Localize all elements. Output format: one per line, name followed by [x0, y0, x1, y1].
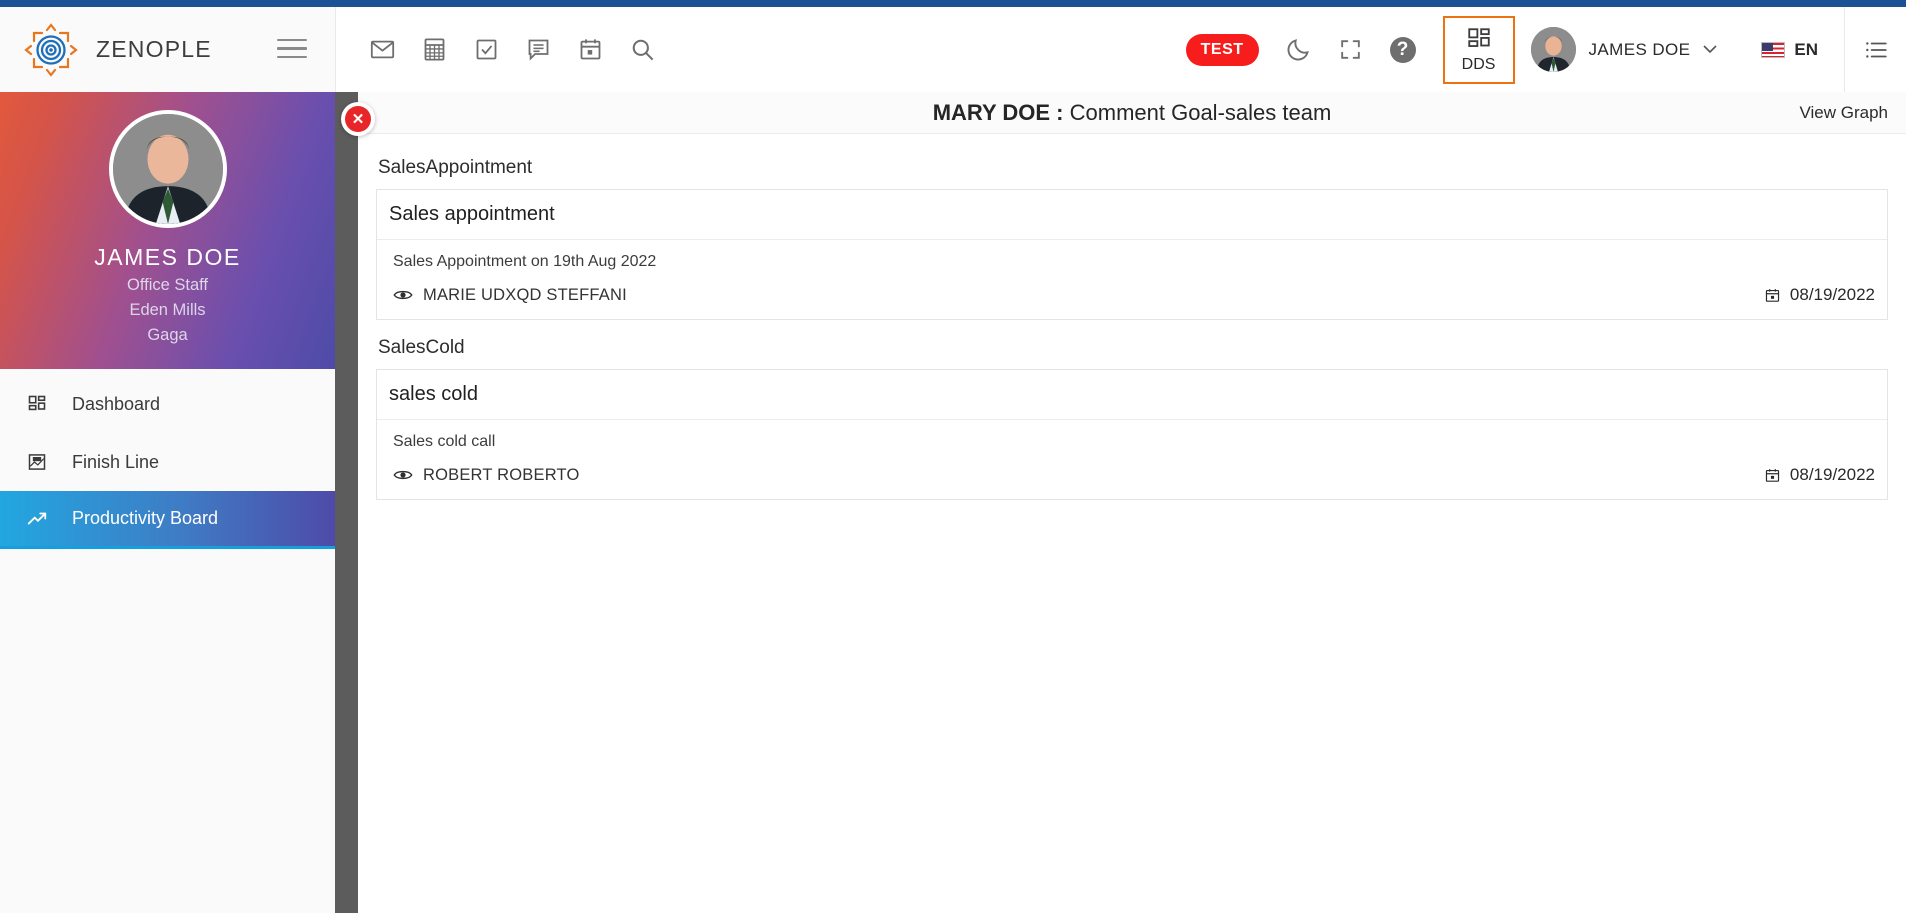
moon-icon[interactable]: [1273, 24, 1325, 76]
profile-name: JAMES DOE: [94, 244, 241, 270]
brand-zone: ZENOPLE: [0, 7, 335, 92]
sidebar-item-label: Productivity Board: [72, 508, 219, 528]
card-date-label: 08/19/2022: [1789, 465, 1875, 484]
goal-card[interactable]: Sales appointment Sales Appointment on 1…: [376, 189, 1888, 320]
modal-title-separator: :: [1050, 99, 1070, 125]
comment-goal-modal: ✕ MARY DOE : Comment Goal-sales team Vie…: [341, 92, 1906, 913]
trending-up-icon: [26, 508, 48, 530]
test-environment-badge[interactable]: TEST: [1185, 33, 1259, 66]
calendar-icon: [1764, 287, 1781, 304]
card-owner-label: MARIE UDXQD STEFFANI: [423, 285, 627, 304]
card-body: Sales Appointment on 19th Aug 2022 MARIE…: [377, 240, 1887, 319]
sidebar-profile: JAMES DOE Office Staff Eden Mills Gaga: [0, 92, 335, 369]
message-icon[interactable]: [512, 24, 564, 76]
help-circle-icon[interactable]: ?: [1377, 24, 1429, 76]
sidebar-item-finish-line[interactable]: Finish Line: [0, 433, 335, 491]
app-header: ZENOPLE TEST ? DDS JAMES DOE EN: [0, 7, 1906, 92]
checkbox-task-icon[interactable]: [460, 24, 512, 76]
eye-icon: [393, 468, 413, 482]
card-description: Sales Appointment on 19th Aug 2022: [393, 253, 657, 270]
top-accent-bar: [0, 0, 1906, 7]
mail-icon[interactable]: [356, 24, 408, 76]
user-name: JAMES DOE: [1588, 39, 1691, 59]
dds-label: DDS: [1461, 55, 1496, 73]
eye-icon: [393, 288, 413, 302]
profile-branch: Eden Mills: [129, 301, 206, 319]
sidebar-item-label: Dashboard: [72, 393, 161, 414]
chevron-down-icon[interactable]: [1703, 45, 1717, 54]
dds-button[interactable]: DDS: [1442, 15, 1515, 84]
group-label: SalesCold: [378, 337, 465, 358]
user-menu[interactable]: JAMES DOE: [1530, 27, 1736, 72]
language-selector[interactable]: EN: [1735, 40, 1844, 60]
zenople-logo-icon[interactable]: [22, 21, 80, 79]
card-title: sales cold: [377, 370, 1887, 420]
modal-title: MARY DOE : Comment Goal-sales team: [358, 100, 1906, 126]
goal-group: SalesAppointment Sales appointment Sales…: [376, 146, 1888, 320]
language-code: EN: [1794, 39, 1818, 59]
card-meta-row: MARIE UDXQD STEFFANI 08/19/2022: [393, 285, 1875, 305]
finish-line-icon: [26, 452, 48, 472]
card-owner[interactable]: MARIE UDXQD STEFFANI: [393, 286, 627, 305]
expand-icon[interactable]: [1325, 24, 1377, 76]
card-description: Sales cold call: [393, 433, 496, 450]
modal-header: MARY DOE : Comment Goal-sales team View …: [358, 92, 1906, 134]
profile-role: Office Staff: [126, 276, 209, 294]
goal-card[interactable]: sales cold Sales cold call ROBERT ROBERT…: [376, 369, 1888, 500]
card-meta-row: ROBERT ROBERTO 08/19/2022: [393, 465, 1875, 485]
card-owner[interactable]: ROBERT ROBERTO: [393, 466, 580, 485]
calendar-icon: [1764, 467, 1781, 484]
avatar: [1530, 27, 1576, 72]
app-footer: Aqore © 2022 Version 22.07.0 Aug 18, 202…: [0, 913, 1906, 921]
grid-apps-icon: [1466, 26, 1492, 52]
modal-body: SalesAppointment Sales appointment Sales…: [358, 134, 1906, 500]
sidebar-filler: [0, 549, 335, 913]
card-title: Sales appointment: [377, 190, 1887, 240]
sidebar: JAMES DOE Office Staff Eden Mills Gaga D…: [0, 92, 335, 913]
grid-dashboard-icon: [26, 394, 48, 414]
profile-company: Gaga: [147, 326, 188, 344]
sidebar-item-productivity-board[interactable]: Productivity Board: [0, 491, 335, 549]
goal-group: SalesCold sales cold Sales cold call ROB…: [376, 326, 1888, 500]
card-date-label: 08/19/2022: [1789, 285, 1875, 304]
card-date: 08/19/2022: [1764, 285, 1875, 305]
group-label: SalesAppointment: [378, 157, 533, 178]
sidebar-nav: Dashboard Finish Line Productivity Board: [0, 369, 335, 549]
sidebar-toggle-icon[interactable]: [277, 38, 307, 61]
calendar-icon[interactable]: [564, 24, 616, 76]
modal-title-rest: Comment Goal-sales team: [1069, 99, 1332, 125]
modal-title-name: MARY DOE: [932, 99, 1051, 125]
sidebar-item-dashboard[interactable]: Dashboard: [0, 375, 335, 433]
card-body: Sales cold call ROBERT ROBERTO 08/19/202…: [377, 420, 1887, 499]
card-owner-label: ROBERT ROBERTO: [423, 465, 580, 484]
card-date: 08/19/2022: [1764, 465, 1875, 485]
sidebar-item-label: Finish Line: [72, 451, 160, 472]
app-body: JAMES DOE Office Staff Eden Mills Gaga D…: [0, 92, 1906, 913]
us-flag-icon: [1761, 41, 1786, 58]
header-right-group: TEST ? DDS JAMES DOE EN: [1185, 7, 1906, 92]
header-toolbar: TEST ? DDS JAMES DOE EN: [335, 7, 1906, 92]
calculator-icon[interactable]: [408, 24, 460, 76]
list-menu-icon[interactable]: [1844, 7, 1906, 92]
close-icon[interactable]: ✕: [341, 102, 375, 136]
profile-avatar[interactable]: [108, 110, 227, 228]
brand-name: ZENOPLE: [96, 36, 212, 62]
search-icon[interactable]: [616, 24, 668, 76]
